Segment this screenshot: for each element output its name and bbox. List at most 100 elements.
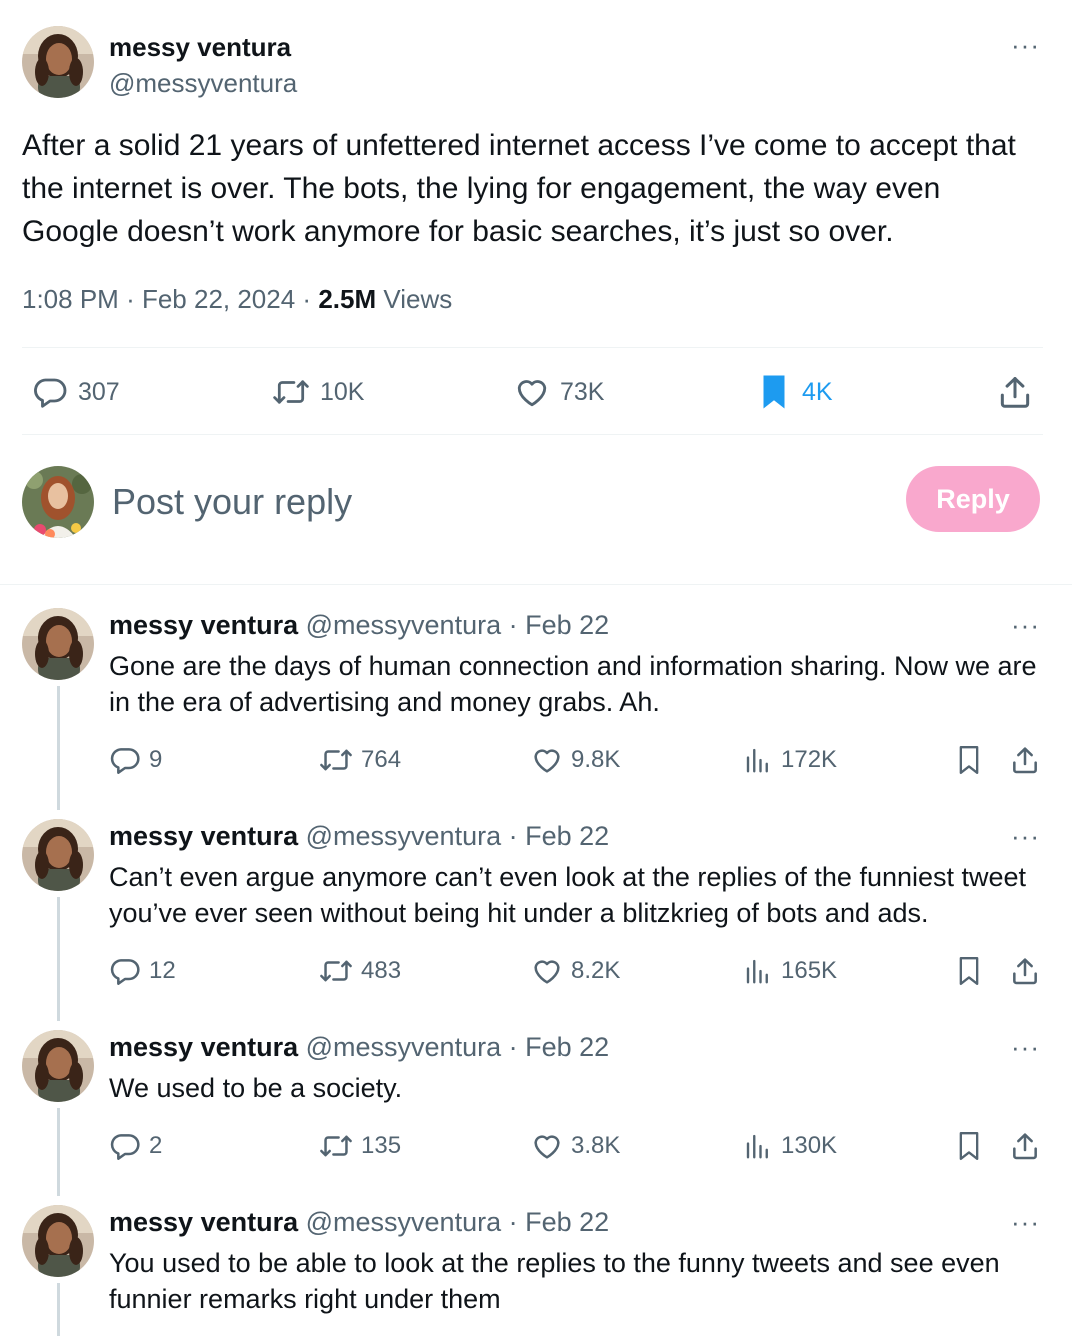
section-divider <box>0 584 1072 585</box>
like-action[interactable]: 9.8K <box>531 740 620 780</box>
speech-bubble-icon <box>110 1134 140 1160</box>
thread-reply[interactable]: messy ventura @messyventura · Feb 22 ···… <box>0 1205 1072 1336</box>
reply-author-name[interactable]: messy ventura <box>109 1207 298 1237</box>
more-icon[interactable]: ··· <box>1011 612 1040 638</box>
meta-separator: · <box>126 284 142 314</box>
views-count: 2.5M <box>318 284 377 314</box>
more-icon[interactable]: ··· <box>1011 1034 1040 1060</box>
reply-header: messy ventura @messyventura · Feb 22 <box>109 1032 609 1063</box>
reply-author-name[interactable]: messy ventura <box>109 821 298 851</box>
speech-bubble-icon <box>110 959 140 985</box>
share-action[interactable] <box>1009 1126 1041 1166</box>
reply-author-handle[interactable]: @messyventura <box>306 821 501 851</box>
reply-header: messy ventura @messyventura · Feb 22 <box>109 610 609 641</box>
repost-arrows-icon <box>320 749 352 771</box>
views-action[interactable]: 130K <box>743 1126 837 1166</box>
author-avatar[interactable] <box>22 26 94 98</box>
bookmark-icon <box>959 746 979 774</box>
repost-arrows-icon <box>320 960 352 982</box>
meta-separator: · <box>302 284 319 314</box>
bookmark-action[interactable] <box>955 740 983 780</box>
bar-chart-icon <box>746 748 768 773</box>
reply-count: 12 <box>149 957 176 984</box>
views-action[interactable]: 172K <box>743 740 837 780</box>
repost-action[interactable]: 483 <box>319 951 401 991</box>
like-action[interactable]: 8.2K <box>531 951 620 991</box>
reply-date[interactable]: Feb 22 <box>525 821 609 851</box>
reply-count: 307 <box>78 377 120 406</box>
more-icon[interactable]: ··· <box>1011 823 1040 849</box>
reply-text: Can’t even argue anymore can’t even look… <box>109 862 1027 928</box>
reply-action[interactable]: 2 <box>109 1126 162 1166</box>
reply-action-bar: 12 483 8.2K 165K <box>109 951 1049 991</box>
reply-author-handle[interactable]: @messyventura <box>306 1032 501 1062</box>
views-count: 172K <box>781 746 838 773</box>
thread-reply[interactable]: messy ventura @messyventura · Feb 22 ···… <box>0 1030 1072 1190</box>
share-action[interactable] <box>996 350 1034 434</box>
heart-icon <box>517 380 547 407</box>
share-upload-icon <box>1000 377 1030 408</box>
share-action[interactable] <box>1009 740 1041 780</box>
current-user-avatar[interactable] <box>22 466 94 538</box>
reply-date[interactable]: Feb 22 <box>525 1032 609 1062</box>
reply-author-avatar[interactable] <box>22 1205 94 1277</box>
share-upload-icon <box>1013 958 1037 985</box>
repost-action[interactable]: 764 <box>319 740 401 780</box>
reply-author-handle[interactable]: @messyventura <box>306 610 501 640</box>
reply-action[interactable]: 307 <box>32 350 120 434</box>
reply-author-handle[interactable]: @messyventura <box>306 1207 501 1237</box>
reply-date[interactable]: Feb 22 <box>525 1207 609 1237</box>
repost-count: 10K <box>320 377 365 406</box>
header-separator: · <box>508 821 518 851</box>
author-handle[interactable]: @messyventura <box>109 68 297 99</box>
repost-action[interactable]: 135 <box>319 1126 401 1166</box>
more-icon[interactable]: ··· <box>1011 1209 1040 1235</box>
bookmark-action[interactable] <box>955 951 983 991</box>
thread-reply[interactable]: messy ventura @messyventura · Feb 22 ···… <box>0 819 1072 1019</box>
reply-author-name[interactable]: messy ventura <box>109 1032 298 1062</box>
speech-bubble-icon <box>34 378 67 408</box>
like-count: 9.8K <box>571 746 621 773</box>
reply-action[interactable]: 12 <box>109 951 176 991</box>
repost-action[interactable]: 10K <box>272 350 364 434</box>
heart-icon <box>534 960 560 984</box>
reply-input[interactable] <box>112 476 812 528</box>
views-action[interactable]: 165K <box>743 951 837 991</box>
reply-composer: Reply <box>0 440 1072 584</box>
bookmark-action[interactable] <box>955 1126 983 1166</box>
reply-header: messy ventura @messyventura · Feb 22 <box>109 1207 609 1238</box>
reply-date[interactable]: Feb 22 <box>525 610 609 640</box>
share-action[interactable] <box>1009 951 1041 991</box>
post-meta: 1:08 PM · Feb 22, 2024 · 2.5M Views <box>22 284 452 315</box>
bookmark-icon <box>959 957 979 985</box>
bookmark-icon <box>763 375 785 409</box>
share-upload-icon <box>1013 1133 1037 1160</box>
bookmark-count: 4K <box>802 377 833 406</box>
reply-author-name[interactable]: messy ventura <box>109 610 298 640</box>
like-action[interactable]: 3.8K <box>531 1126 620 1166</box>
post-time[interactable]: 1:08 PM <box>22 284 119 314</box>
reply-author-avatar[interactable] <box>22 819 94 891</box>
like-count: 3.8K <box>571 1132 621 1159</box>
divider <box>22 434 1043 435</box>
reply-count: 9 <box>149 746 163 773</box>
thread-reply[interactable]: messy ventura @messyventura · Feb 22 ···… <box>0 608 1072 808</box>
author-name[interactable]: messy ventura <box>109 32 291 63</box>
reply-author-avatar[interactable] <box>22 608 94 680</box>
reply-count: 2 <box>149 1132 163 1159</box>
reply-action-bar: 2 135 3.8K 130K <box>109 1126 1049 1166</box>
like-action[interactable]: 73K <box>514 350 604 434</box>
post-date[interactable]: Feb 22, 2024 <box>142 284 295 314</box>
reply-action[interactable]: 9 <box>109 740 162 780</box>
reply-author-avatar[interactable] <box>22 1030 94 1102</box>
heart-icon <box>534 1135 560 1159</box>
repost-count: 135 <box>361 1132 402 1159</box>
share-upload-icon <box>1013 747 1037 774</box>
post-action-bar: 307 10K 73K 4K <box>22 350 1043 434</box>
views-label: Views <box>383 284 453 314</box>
reply-button[interactable]: Reply <box>906 466 1040 532</box>
more-icon[interactable]: ··· <box>1011 32 1040 58</box>
heart-icon <box>534 749 560 773</box>
bookmark-action[interactable]: 4K <box>756 350 833 434</box>
reply-text: You used to be able to look at the repli… <box>109 1248 1000 1314</box>
